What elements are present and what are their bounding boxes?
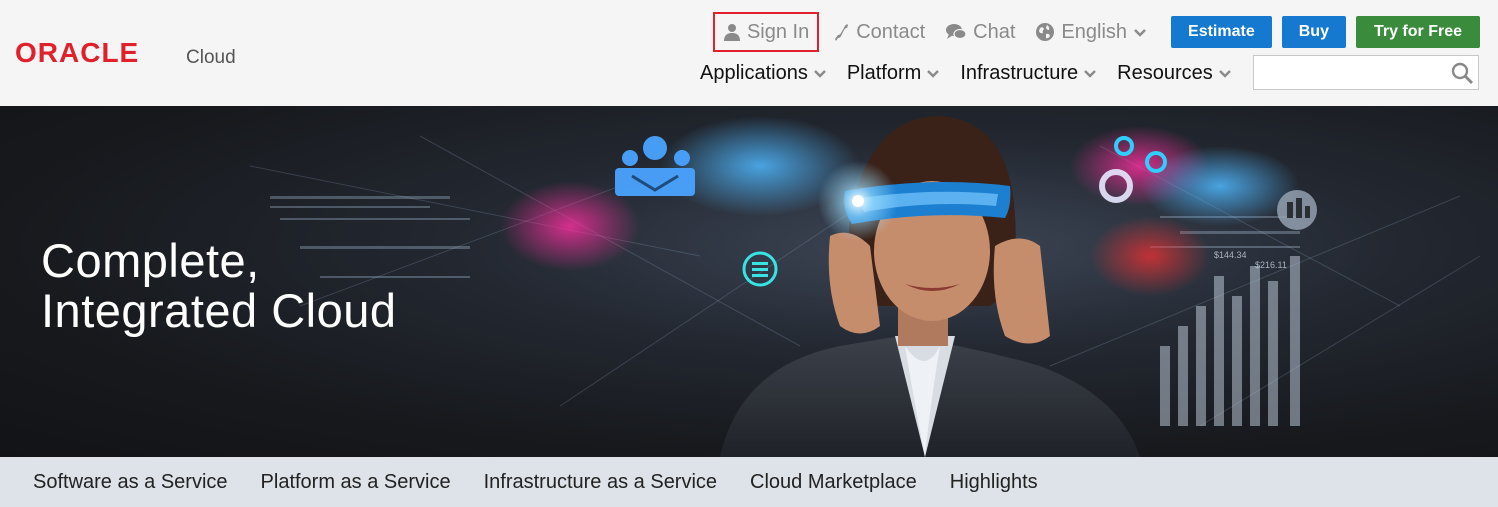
oracle-logo-icon: ORACLE [15,39,139,65]
main-nav: Applications Platform Infrastructure Res… [700,58,1252,88]
chevron-down-icon [927,70,940,78]
subnav-item-iaas[interactable]: Infrastructure as a Service [484,471,717,494]
nav-item-applications[interactable]: Applications [700,62,827,85]
site-header: ORACLE Cloud Sign In Contact Chat Englis… [0,0,1498,106]
contact-link[interactable]: Contact [822,12,935,52]
nav-item-platform[interactable]: Platform [847,62,940,85]
svg-text:$144.34: $144.34 [1214,250,1247,260]
svg-text:$216.11: $216.11 [1255,260,1287,270]
search-input[interactable] [1254,56,1444,89]
hero-title: Complete, Integrated Cloud [41,234,397,337]
chevron-down-icon [813,70,826,78]
search-box [1253,55,1479,90]
user-icon [723,24,740,41]
buy-button[interactable]: Buy [1281,16,1346,48]
sub-nav: Software as a Service Platform as a Serv… [0,457,1498,507]
subnav-item-marketplace[interactable]: Cloud Marketplace [750,471,917,494]
nav-item-resources[interactable]: Resources [1117,62,1232,85]
svg-text:ORACLE: ORACLE [15,39,139,65]
chevron-down-icon [1134,29,1146,37]
chat-link[interactable]: Chat [935,12,1025,52]
try-free-button[interactable]: Try for Free [1355,16,1480,48]
chevron-down-icon [1084,70,1096,78]
search-icon[interactable] [1450,61,1474,85]
hero-banner: $144.34 $216.11 Complete, Integrated Clo… [0,106,1498,457]
utility-bar: Sign In Contact Chat English Estimate Bu… [712,12,1498,52]
subnav-item-paas[interactable]: Platform as a Service [261,471,451,494]
estimate-button[interactable]: Estimate [1171,16,1272,48]
oracle-cloud-logo[interactable]: ORACLE Cloud [15,39,236,71]
chat-icon [946,24,967,40]
phone-icon [835,24,849,41]
product-name: Cloud [186,47,236,68]
chevron-down-icon [1218,70,1231,78]
nav-item-infrastructure[interactable]: Infrastructure [960,62,1097,85]
sign-in-link[interactable]: Sign In [712,12,820,52]
subnav-item-saas[interactable]: Software as a Service [33,471,228,494]
subnav-item-highlights[interactable]: Highlights [950,471,1038,494]
language-selector[interactable]: English [1025,12,1157,52]
globe-icon [1036,23,1055,41]
